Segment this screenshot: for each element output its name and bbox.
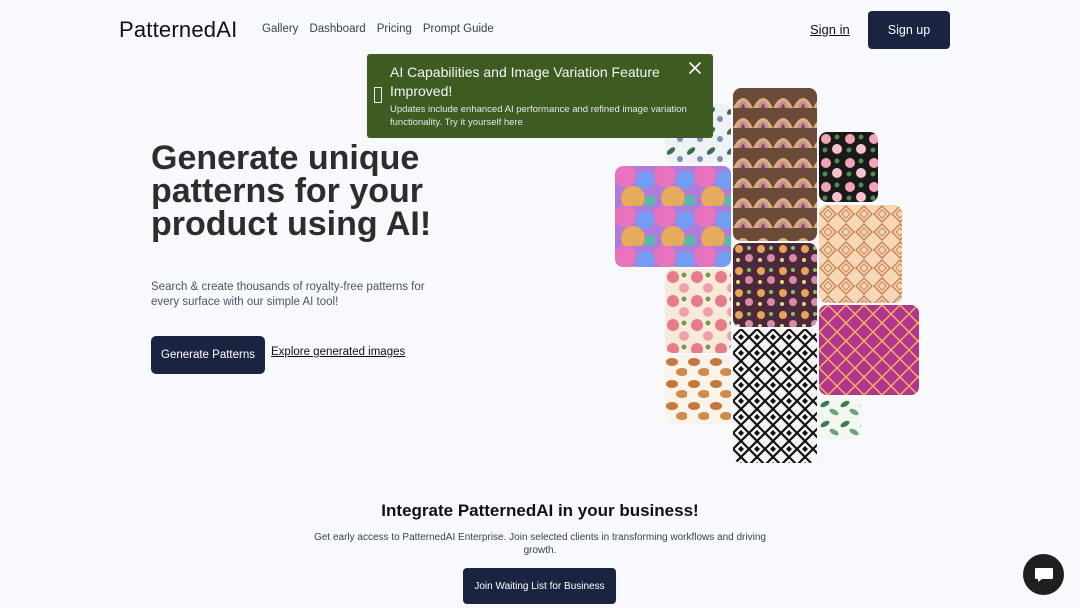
art-deco-fan-pattern[interactable]	[733, 88, 817, 241]
purple-floral-pattern[interactable]	[733, 243, 817, 327]
hero-title: Generate unique patterns for your produc…	[151, 139, 432, 243]
integrate-title: Integrate PatternedAI in your business!	[381, 501, 699, 520]
black-white-diamond-pattern[interactable]	[733, 329, 817, 463]
hero-subtitle: Search & create thousands of royalty-fre…	[151, 281, 425, 308]
info-icon	[374, 87, 382, 103]
main-nav: Gallery Dashboard Pricing Prompt Guide	[262, 23, 494, 35]
colorful-bubbles-pattern[interactable]	[615, 166, 731, 267]
site-header: PatternedAI Gallery Dashboard Pricing Pr…	[0, 0, 1080, 62]
pink-roses-black-pattern[interactable]	[819, 132, 878, 202]
chat-bubble-icon	[1034, 567, 1053, 582]
sign-in-link[interactable]: Sign in	[810, 22, 850, 37]
peach-geometric-pattern[interactable]	[819, 205, 902, 303]
announcement-toast[interactable]: AI Capabilities and Image Variation Feat…	[367, 54, 713, 138]
nav-pricing[interactable]: Pricing	[377, 23, 412, 35]
toast-title: AI Capabilities and Image Variation Feat…	[390, 64, 660, 99]
green-leaves-pattern[interactable]	[819, 397, 861, 439]
explore-generated-images-link[interactable]: Explore generated images	[271, 346, 405, 358]
logo[interactable]: PatternedAI	[119, 17, 237, 43]
nav-gallery[interactable]: Gallery	[262, 23, 298, 35]
toast-body[interactable]: Updates include enhanced AI performance …	[390, 103, 695, 129]
generate-patterns-button[interactable]: Generate Patterns	[151, 336, 265, 374]
nav-dashboard[interactable]: Dashboard	[309, 23, 365, 35]
join-waiting-list-button[interactable]: Join Waiting List for Business	[463, 568, 616, 604]
chat-launcher[interactable]	[1023, 554, 1064, 595]
magenta-diamond-pattern[interactable]	[819, 305, 919, 395]
sign-up-button[interactable]: Sign up	[868, 11, 950, 49]
integrate-subtitle: Get early access to PatternedAI Enterpri…	[314, 532, 766, 556]
pink-floral-cream-pattern[interactable]	[665, 269, 731, 353]
nav-prompt-guide[interactable]: Prompt Guide	[423, 23, 494, 35]
close-icon[interactable]	[688, 61, 702, 75]
pastry-pattern[interactable]	[665, 355, 731, 424]
